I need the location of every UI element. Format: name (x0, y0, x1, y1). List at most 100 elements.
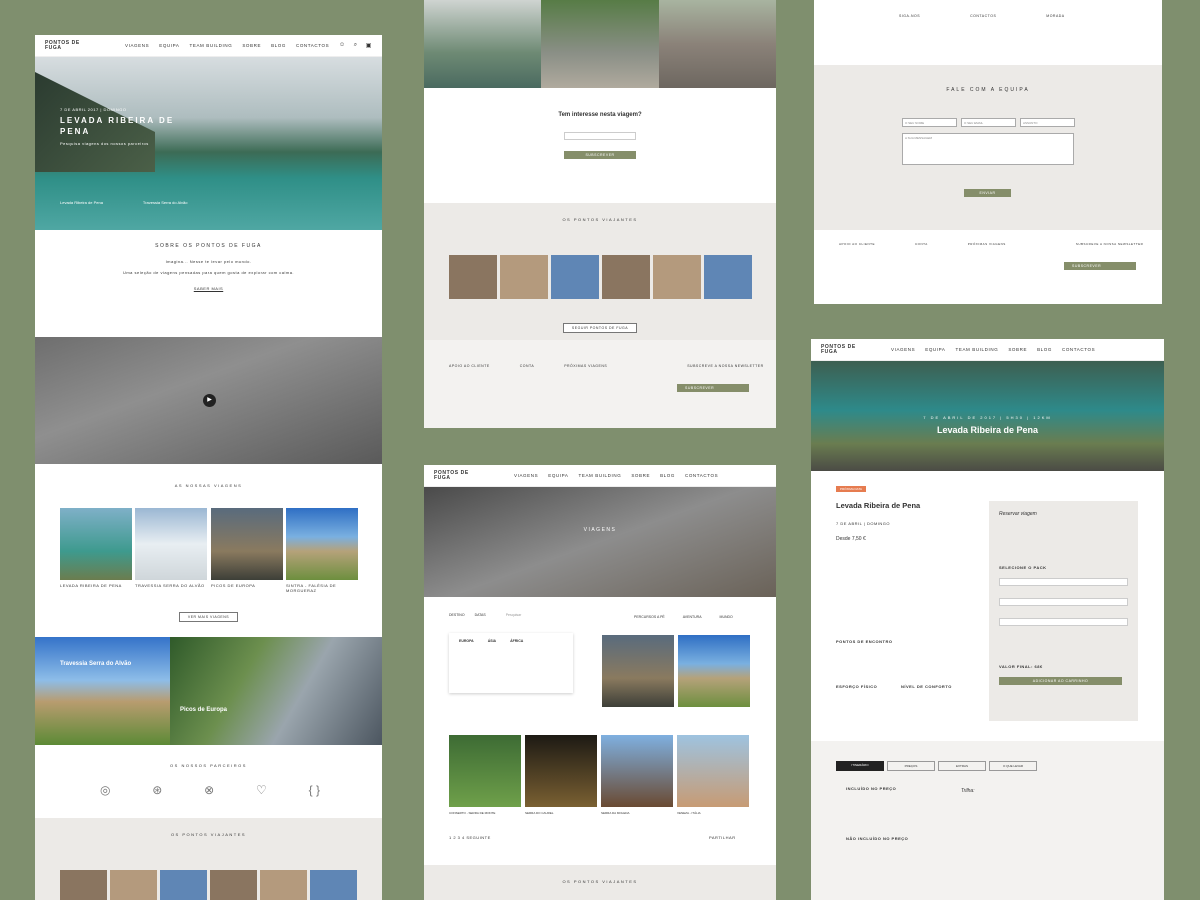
trip-card-1[interactable]: LEVADA RIBEIRA DE PENA (60, 508, 132, 588)
tab-prices[interactable]: PREÇOS (887, 761, 935, 771)
reserve-title: Reservar viagem (999, 511, 1037, 517)
nav-contactos[interactable]: CONTACTOS (296, 43, 329, 48)
partner-logo-icon: { } (308, 783, 320, 797)
pack-option[interactable] (999, 578, 1128, 586)
trip-title[interactable]: TRAVESSIA SERRA DO ALVÃO (135, 583, 207, 588)
nav-equipa[interactable]: EQUIPA (925, 347, 945, 352)
travelers-section: OS PONTOS VIAJANTES SEGUIR PONTOS DE FUG… (424, 203, 776, 340)
trip-title[interactable]: VENEZA - ITÁLIA (677, 811, 749, 815)
nav-contactos[interactable]: CONTACTOS (1062, 347, 1095, 352)
tab-extras[interactable]: EXTRAS (938, 761, 986, 771)
message-field[interactable]: A SUA MENSAGEM (902, 133, 1074, 165)
play-icon[interactable]: ▶ (203, 394, 216, 407)
detail-title: Levada Ribeira de Pena (836, 501, 921, 510)
search-icon[interactable]: ⌕ (354, 42, 358, 49)
trip-card-3[interactable]: PICOS DE EUROPA (211, 508, 283, 588)
more-trips-button[interactable]: VER MAIS VIAGENS (178, 612, 239, 622)
logo[interactable]: PONTOS DE FUGA (45, 40, 85, 51)
about-section: SOBRE OS PONTOS DE FUGA Imagina... Nesse… (35, 243, 382, 291)
travelers-title: OS PONTOS VIAJANTES (562, 217, 638, 222)
filter-datas[interactable]: DATAS (475, 613, 486, 617)
trip-title[interactable]: SERRA DA MOLEDA (601, 811, 673, 815)
nav-contactos[interactable]: CONTACTOS (685, 473, 718, 478)
interest-panel: Tem interesse nesta viagem? SUBSCREVER O… (424, 0, 776, 428)
share-link[interactable]: PARTILHAR (709, 835, 736, 840)
nav-blog[interactable]: BLOG (271, 43, 286, 48)
trip-title[interactable]: LEVADA RIBEIRA DE PENA (60, 583, 132, 588)
nav-equipa[interactable]: EQUIPA (159, 43, 179, 48)
filter-destino[interactable]: DESTINO (449, 613, 465, 617)
contact-col: MORADA (1046, 14, 1065, 18)
about-more-link[interactable]: SABER MAIS (35, 286, 382, 291)
travelers-title: OS PONTOS VIAJANTES (562, 879, 638, 884)
email-field[interactable] (564, 132, 636, 140)
tab-itinerary[interactable]: ITINERÁRIO (836, 761, 884, 771)
viagens-title: VIAGENS (583, 527, 617, 533)
hero-slide-link-1[interactable]: Levada Ribeira de Pena (60, 200, 103, 205)
partner-logo-icon: ⊗ (204, 783, 215, 797)
name-field[interactable]: O SEU NOME (902, 118, 957, 127)
nav-team[interactable]: TEAM BUILDING (579, 473, 622, 478)
nav-sobre[interactable]: SOBRE (631, 473, 650, 478)
travelers-section: OS PONTOS VIAJANTES (35, 818, 382, 900)
region-asia[interactable]: ÁSIA (488, 639, 496, 687)
partner-logos: ◎ ⊛ ⊗ ♡ { } (100, 783, 320, 797)
cat-aventura[interactable]: AVENTURA (683, 615, 702, 619)
partner-logo-icon: ♡ (256, 783, 267, 797)
pagination[interactable]: 1 2 3 4 SEGUINTE (449, 835, 491, 840)
nav-viagens[interactable]: VIAGENS (125, 43, 149, 48)
nav-team[interactable]: TEAM BUILDING (956, 347, 999, 352)
top-nav: PONTOS DE FUGA VIAGENS EQUIPA TEAM BUILD… (35, 35, 382, 57)
trip-title[interactable]: PICOS DE EUROPA (211, 583, 283, 588)
nav-blog[interactable]: BLOG (1037, 347, 1052, 352)
video-block: ▶ (35, 337, 382, 464)
logo[interactable]: PONTOS DE FUGA (434, 470, 474, 481)
top-nav: PONTOS DE FUGA VIAGENS EQUIPA TEAM BUILD… (811, 339, 1164, 361)
trip-title[interactable]: SINTRA - FALÉSIA DE MORGUERAZ (286, 583, 358, 593)
hero-title: LEVADA RIBEIRA DE PENA (60, 116, 175, 136)
newsletter-button[interactable]: SUBSCREVER (677, 384, 749, 392)
email-field[interactable]: O SEU EMAIL (961, 118, 1016, 127)
trip-card-4[interactable]: SINTRA - FALÉSIA DE MORGUERAZ (286, 508, 358, 593)
featured-right[interactable]: Picos de Europa (170, 637, 382, 745)
newsletter-button[interactable]: SUBSCREVER (1064, 262, 1136, 270)
nav-viagens[interactable]: VIAGENS (514, 473, 538, 478)
nav-team[interactable]: TEAM BUILDING (190, 43, 233, 48)
trip-image (60, 508, 132, 580)
search-input[interactable]: Pesquisar (506, 613, 522, 617)
cart-icon[interactable]: ▣ (366, 42, 372, 49)
region-africa[interactable]: ÁFRICA (510, 639, 523, 687)
detail-hero: 7 DE ABRIL DE 2017 | 5H30 | 12KM Levada … (811, 361, 1164, 471)
logo[interactable]: PONTOS DE FUGA (821, 344, 861, 355)
pack-option[interactable] (999, 618, 1128, 626)
add-to-cart-button[interactable]: ADICIONAR AO CARRINHO (999, 677, 1122, 685)
send-button[interactable]: ENVIAR (964, 189, 1011, 197)
trip-title[interactable]: CONSERTO - SERRA DE MONTE (449, 811, 521, 815)
subject-field[interactable]: ASSUNTO (1020, 118, 1075, 127)
trip-image (286, 508, 358, 580)
subscribe-button[interactable]: SUBSCREVER (564, 151, 636, 159)
hero-slide-link-2[interactable]: Travessia Serra do Alvão (143, 200, 188, 205)
trips-section: AS NOSSAS VIAGENS (35, 483, 382, 502)
follow-button[interactable]: SEGUIR PONTOS DE FUGA (562, 323, 638, 333)
trip-title[interactable]: SERRA DO CAUREL (525, 811, 597, 815)
cat-percursos[interactable]: PERCURSOS A PÉ (634, 615, 665, 619)
cat-mundo[interactable]: MUNDO (720, 615, 733, 619)
about-lead: Imagina... Nesse te levar pelo mundo. (165, 259, 252, 264)
featured-left[interactable]: Travessia Serra do Alvão (35, 637, 170, 745)
nav-sobre[interactable]: SOBRE (242, 43, 261, 48)
travelers-title: OS PONTOS VIAJANTES (170, 832, 247, 837)
user-icon[interactable]: ☺ (339, 42, 346, 49)
nav-sobre[interactable]: SOBRE (1008, 347, 1027, 352)
nav-blog[interactable]: BLOG (660, 473, 675, 478)
nav-viagens[interactable]: VIAGENS (891, 347, 915, 352)
status-badge: PRÓXIMA DATA (836, 486, 867, 492)
region-europa[interactable]: EUROPA (459, 639, 474, 687)
pack-option[interactable] (999, 598, 1128, 606)
tab-pack[interactable]: O QUE LEVAR (989, 761, 1037, 771)
hero-image: 7 DE ABRIL 2017 | DOMINGO LEVADA RIBEIRA… (35, 57, 382, 230)
nav-equipa[interactable]: EQUIPA (548, 473, 568, 478)
partner-logo-icon: ◎ (100, 783, 111, 797)
trip-card-2[interactable]: TRAVESSIA SERRA DO ALVÃO (135, 508, 207, 588)
hero-sub: Pesquisa viagens dos nossos parceiros (60, 141, 149, 146)
